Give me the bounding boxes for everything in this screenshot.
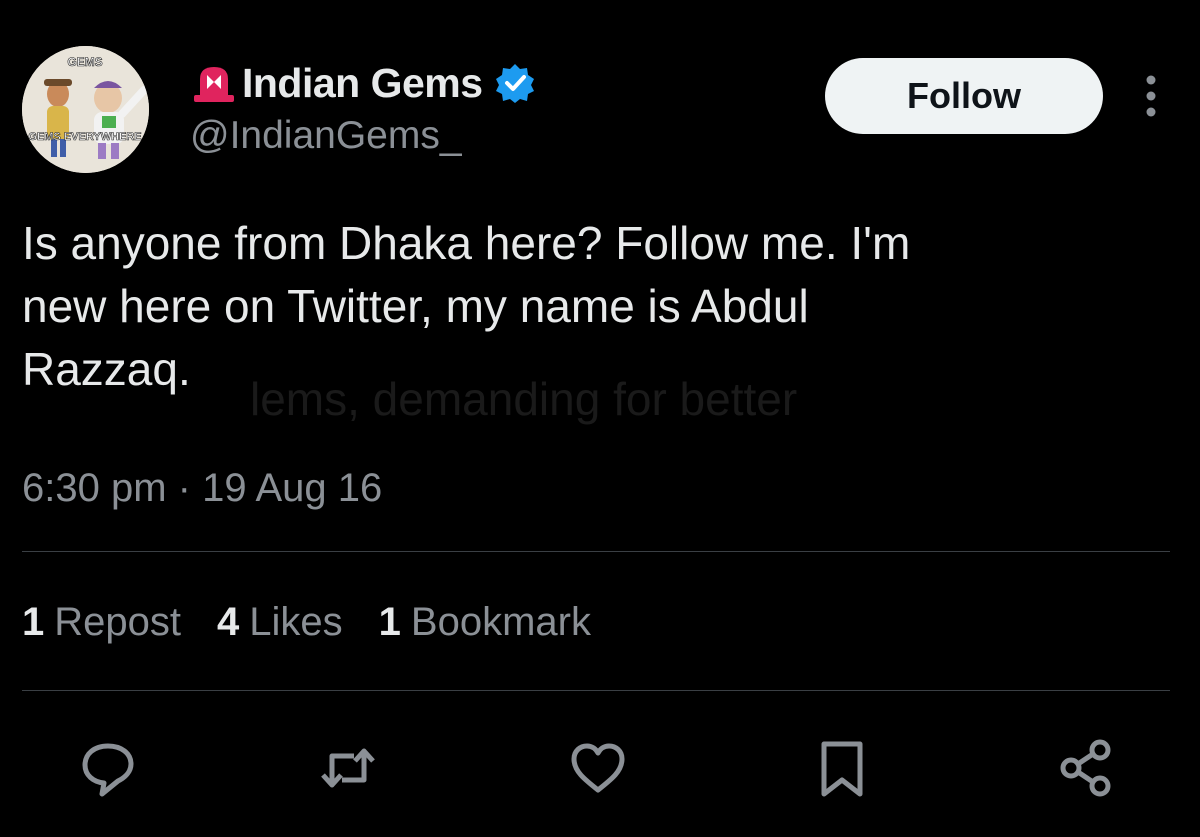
action-bar bbox=[0, 736, 1200, 800]
bookmark-button[interactable] bbox=[810, 736, 874, 800]
stat-bookmarks[interactable]: 1 Bookmark bbox=[379, 600, 591, 645]
repost-icon bbox=[321, 748, 375, 788]
like-button[interactable] bbox=[566, 736, 630, 800]
more-options-icon[interactable] bbox=[1142, 74, 1160, 118]
repost-button[interactable] bbox=[316, 736, 380, 800]
stat-label: Bookmark bbox=[410, 600, 591, 644]
reply-button[interactable] bbox=[76, 736, 140, 800]
bookmark-icon bbox=[821, 741, 863, 797]
avatar-top-text: GEMS bbox=[67, 55, 102, 69]
tweet-line: Is anyone from Dhaka here? Follow me. I'… bbox=[22, 217, 911, 269]
engagement-stats: 1 Repost 4 Likes 1 Bookmark bbox=[22, 600, 627, 645]
stat-reposts[interactable]: 1 Repost bbox=[22, 600, 181, 645]
name-row: Indian Gems bbox=[192, 58, 535, 108]
avatar-bottom-text: GEMS EVERYWHERE bbox=[28, 131, 141, 143]
verified-badge-icon bbox=[495, 64, 534, 103]
reply-icon bbox=[82, 743, 134, 797]
divider bbox=[22, 551, 1170, 552]
avatar[interactable]: GEMS GEMS EVERYWHERE bbox=[22, 46, 149, 173]
stat-label: Likes bbox=[249, 600, 343, 644]
stat-likes[interactable]: 4 Likes bbox=[217, 600, 343, 645]
display-name[interactable]: Indian Gems bbox=[242, 60, 483, 107]
tweet-line: new here on Twitter, my name is Abdul bbox=[22, 280, 809, 332]
stat-count: 1 bbox=[22, 600, 45, 644]
faded-background-text: lems, demanding for better bbox=[250, 373, 798, 425]
like-icon bbox=[571, 743, 625, 793]
follow-button[interactable]: Follow bbox=[825, 58, 1103, 134]
share-button[interactable] bbox=[1054, 736, 1118, 800]
stat-count: 4 bbox=[217, 600, 240, 644]
stat-label: Repost bbox=[54, 600, 181, 644]
stat-count: 1 bbox=[378, 600, 401, 644]
user-handle[interactable]: @IndianGems_ bbox=[190, 114, 462, 158]
share-icon bbox=[1060, 739, 1111, 797]
tweet-header: GEMS GEMS EVERYWHERE Indian Gems @Indian… bbox=[22, 44, 1182, 174]
tweet-timestamp[interactable]: 6:30 pm · 19 Aug 16 bbox=[22, 466, 382, 511]
divider bbox=[22, 690, 1170, 691]
siren-icon bbox=[194, 67, 234, 102]
